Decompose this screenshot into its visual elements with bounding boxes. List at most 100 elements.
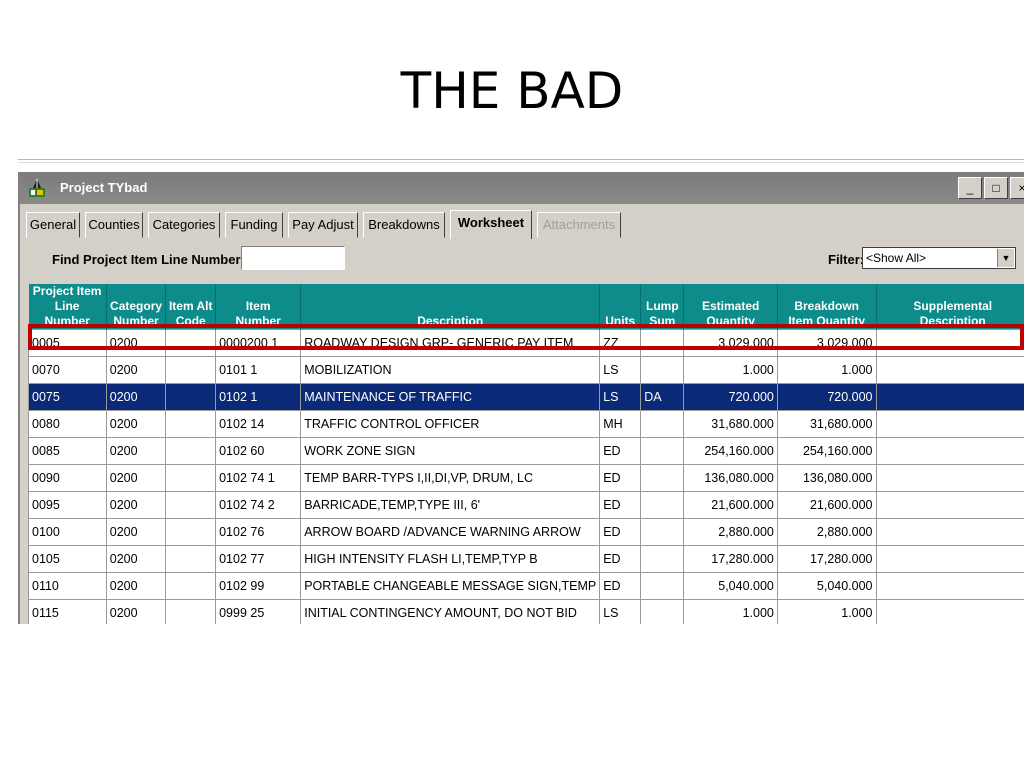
breakdown-quantity-cell[interactable]: 1.000 [776, 356, 877, 384]
tab-counties[interactable]: Counties [85, 212, 143, 238]
units-cell[interactable]: ED [599, 464, 642, 492]
table-row[interactable]: 0105 0200 0102 77 HIGH INTENSITY FLASH LI,T… [28, 545, 1024, 573]
description-cell[interactable]: ROADWAY DESIGN GRP- GENERIC PAY ITEM [300, 329, 601, 357]
estimated-quantity-cell[interactable]: 254,160.000 [683, 437, 778, 465]
breakdown-quantity-cell[interactable]: 17,280.000 [776, 545, 877, 573]
estimated-quantity-cell[interactable]: 21,600.000 [683, 491, 778, 519]
line-number-cell[interactable]: 0090 [28, 464, 107, 492]
alt-code-cell[interactable] [165, 518, 217, 546]
category-cell[interactable]: 0200 [105, 491, 167, 519]
line-number-cell[interactable]: 0095 [28, 491, 107, 519]
units-cell[interactable]: ED [599, 572, 642, 600]
supplemental-cell[interactable] [875, 464, 1024, 492]
find-line-number-input[interactable] [241, 246, 345, 270]
description-cell[interactable]: WORK ZONE SIGN [300, 437, 601, 465]
lump-sum-cell[interactable] [640, 410, 685, 438]
category-cell[interactable]: 0200 [105, 518, 167, 546]
table-row[interactable]: 0085 0200 0102 60 WORK ZONE SIGN ED 254,160.0… [28, 437, 1024, 465]
alt-code-cell[interactable] [165, 437, 217, 465]
line-number-cell[interactable]: 0070 [28, 356, 107, 384]
supplemental-cell[interactable] [875, 410, 1024, 438]
column-header-lump-sum[interactable]: Lump Sum [640, 284, 685, 330]
column-header-alt-code[interactable]: Item Alt Code [165, 284, 217, 330]
category-cell[interactable]: 0200 [105, 410, 167, 438]
lump-sum-cell[interactable] [640, 518, 685, 546]
breakdown-quantity-cell[interactable]: 5,040.000 [776, 572, 877, 600]
category-cell[interactable]: 0200 [105, 464, 167, 492]
close-button[interactable]: × [1010, 177, 1024, 199]
table-row[interactable]: 0090 0200 0102 74 1 TEMP BARR-TYPS I,II,DI,… [28, 464, 1024, 492]
alt-code-cell[interactable] [165, 491, 217, 519]
breakdown-quantity-cell[interactable]: 720.000 [776, 383, 877, 411]
units-cell[interactable]: ZZ [599, 329, 642, 357]
lump-sum-cell[interactable] [640, 464, 685, 492]
category-cell[interactable]: 0200 [105, 356, 167, 384]
supplemental-cell[interactable] [875, 356, 1024, 384]
item-number-cell[interactable]: 0102 60 [215, 437, 302, 465]
supplemental-cell[interactable] [875, 518, 1024, 546]
description-cell[interactable]: MAINTENANCE OF TRAFFIC [300, 383, 601, 411]
item-number-cell[interactable]: 0000200 1 [215, 329, 302, 357]
line-number-cell[interactable]: 0115 [28, 599, 107, 624]
line-number-cell[interactable]: 0105 [28, 545, 107, 573]
units-cell[interactable]: LS [599, 599, 642, 624]
column-header-category[interactable]: Category Number [106, 284, 167, 330]
column-header-estimated-quantity[interactable]: Estimated Quantity [683, 284, 778, 330]
estimated-quantity-cell[interactable]: 1.000 [683, 599, 778, 624]
line-number-cell[interactable]: 0085 [28, 437, 107, 465]
alt-code-cell[interactable] [165, 410, 217, 438]
alt-code-cell[interactable] [165, 356, 217, 384]
supplemental-cell[interactable] [875, 572, 1024, 600]
filter-dropdown[interactable]: <Show All> ▼ [862, 247, 1016, 269]
description-cell[interactable]: BARRICADE,TEMP,TYPE III, 6' [300, 491, 601, 519]
table-row[interactable]: 0115 0200 0999 25 INITIAL CONTINGENCY AMOUN… [28, 599, 1024, 624]
item-number-cell[interactable]: 0102 74 1 [215, 464, 302, 492]
description-cell[interactable]: ARROW BOARD /ADVANCE WARNING ARROW [300, 518, 601, 546]
table-row[interactable]: 0080 0200 0102 14 TRAFFIC CONTROL OFFICER MH… [28, 410, 1024, 438]
lump-sum-cell[interactable] [640, 572, 685, 600]
estimated-quantity-cell[interactable]: 1.000 [683, 356, 778, 384]
lump-sum-cell[interactable] [640, 599, 685, 624]
item-number-cell[interactable]: 0101 1 [215, 356, 302, 384]
description-cell[interactable]: MOBILIZATION [300, 356, 601, 384]
column-header-breakdown-quantity[interactable]: Breakdown Item Quantity [777, 284, 877, 330]
units-cell[interactable]: MH [599, 410, 642, 438]
alt-code-cell[interactable] [165, 545, 217, 573]
alt-code-cell[interactable] [165, 599, 217, 624]
category-cell[interactable]: 0200 [105, 599, 167, 624]
supplemental-cell[interactable] [875, 491, 1024, 519]
item-number-cell[interactable]: 0999 25 [215, 599, 302, 624]
item-number-cell[interactable]: 0102 99 [215, 572, 302, 600]
tab-general[interactable]: General [26, 212, 80, 238]
units-cell[interactable]: ED [599, 518, 642, 546]
item-number-cell[interactable]: 0102 76 [215, 518, 302, 546]
breakdown-quantity-cell[interactable]: 136,080.000 [776, 464, 877, 492]
category-cell[interactable]: 0200 [105, 329, 167, 357]
supplemental-cell[interactable] [875, 383, 1024, 411]
units-cell[interactable]: ED [599, 491, 642, 519]
estimated-quantity-cell[interactable]: 17,280.000 [683, 545, 778, 573]
breakdown-quantity-cell[interactable]: 2,880.000 [776, 518, 877, 546]
estimated-quantity-cell[interactable]: 136,080.000 [683, 464, 778, 492]
units-cell[interactable]: LS [599, 356, 642, 384]
column-header-description[interactable]: Description [300, 284, 601, 330]
table-row[interactable]: 0005 0200 0000200 1 ROADWAY DESIGN GRP- GEN… [28, 329, 1024, 357]
table-row[interactable]: 0070 0200 0101 1 MOBILIZATION LS 1.000 1.000 [28, 356, 1024, 384]
description-cell[interactable]: TRAFFIC CONTROL OFFICER [300, 410, 601, 438]
maximize-button[interactable]: □ [984, 177, 1008, 199]
alt-code-cell[interactable] [165, 464, 217, 492]
column-header-item-number[interactable]: Item Number [215, 284, 302, 330]
category-cell[interactable]: 0200 [105, 383, 167, 411]
supplemental-cell[interactable] [875, 329, 1024, 357]
chevron-down-icon[interactable]: ▼ [997, 249, 1014, 267]
description-cell[interactable]: PORTABLE CHANGEABLE MESSAGE SIGN,TEMP [300, 572, 601, 600]
units-cell[interactable]: ED [599, 545, 642, 573]
supplemental-cell[interactable] [875, 545, 1024, 573]
column-header-units[interactable]: Units [599, 284, 642, 330]
table-row[interactable]: 0100 0200 0102 76 ARROW BOARD /ADVANCE WARN… [28, 518, 1024, 546]
item-number-cell[interactable]: 0102 14 [215, 410, 302, 438]
estimated-quantity-cell[interactable]: 5,040.000 [683, 572, 778, 600]
item-number-cell[interactable]: 0102 1 [215, 383, 302, 411]
lump-sum-cell[interactable] [640, 491, 685, 519]
item-number-cell[interactable]: 0102 77 [215, 545, 302, 573]
